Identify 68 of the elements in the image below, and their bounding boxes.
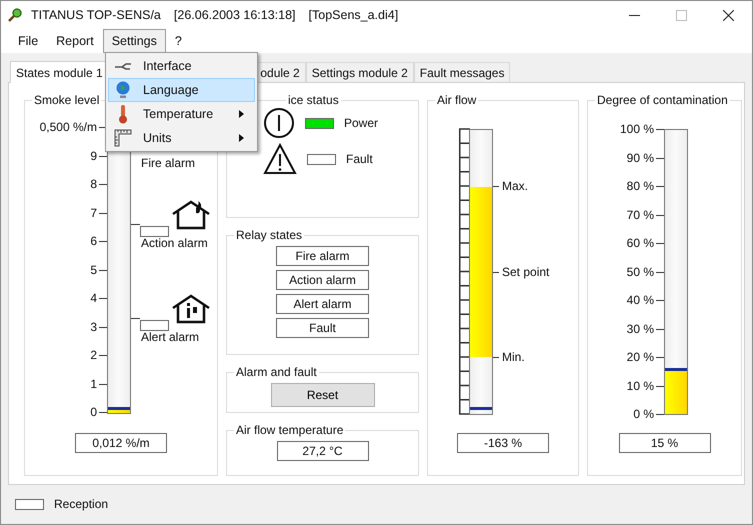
scale-label: 100 %	[618, 122, 654, 136]
group-title: Degree of contamination	[596, 93, 729, 107]
ruler-icon	[113, 129, 133, 147]
relay-indicator: Alert alarm	[276, 294, 369, 314]
tab[interactable]: Fault messages	[414, 62, 510, 82]
group-title: Smoke level	[33, 93, 100, 107]
contamination-reading: 15 %	[618, 433, 710, 453]
scale-label: 70 %	[626, 208, 654, 222]
air-flow-marker-label: Min.	[502, 350, 525, 364]
group-title: Air flow	[436, 93, 478, 107]
window-timestamp: [26.06.2003 16:13:18]	[174, 8, 296, 22]
scale-label: 8	[89, 177, 97, 191]
scale-label: 5	[89, 262, 97, 276]
power-icon	[263, 107, 295, 139]
scale-label: 0,500 %/m	[38, 120, 97, 134]
close-icon[interactable]	[723, 10, 734, 20]
menu-item[interactable]: Language	[108, 78, 255, 102]
menu-item[interactable]: Temperature	[108, 102, 255, 126]
relay-indicator: Fault	[276, 318, 369, 338]
scale-label: 20 %	[626, 350, 654, 364]
menu-item[interactable]: ?	[166, 29, 191, 53]
scale-label: 0	[89, 405, 97, 419]
alarm-label: Alert alarm	[141, 330, 200, 344]
scale-label: 90 %	[626, 150, 654, 164]
group-title: Air flow temperature	[235, 423, 344, 437]
status-label: Power	[344, 116, 378, 130]
scale-label: 6	[89, 234, 97, 248]
group-title: Relay states	[235, 228, 304, 242]
relay-indicator: Fire alarm	[276, 246, 369, 266]
menu-item[interactable]: Settings	[102, 29, 166, 53]
plug-icon	[113, 61, 133, 71]
scale-label: 4	[89, 291, 97, 305]
alarm-label: Action alarm	[141, 236, 208, 250]
scale-label: 2	[89, 348, 97, 362]
status-label: Fault	[346, 152, 373, 166]
relay-indicator: Action alarm	[276, 270, 369, 290]
air-flow-marker-label: Max.	[502, 179, 528, 193]
warning-icon	[263, 143, 297, 175]
alarm-label: Fire alarm	[141, 156, 196, 170]
menu-item[interactable]: File	[9, 29, 48, 53]
tab[interactable]: Settings module 2	[306, 62, 414, 82]
scale-label: 30 %	[626, 322, 654, 336]
menu-item[interactable]: Interface	[108, 54, 255, 78]
scale-label: 9	[89, 148, 97, 162]
window-title: TITANUS TOP-SENS/a	[31, 8, 161, 22]
scale-label: 1	[89, 376, 97, 390]
magnifier-icon	[7, 7, 23, 23]
menu-item[interactable]: Report	[47, 29, 103, 53]
reset-button[interactable]: Reset	[270, 383, 374, 407]
scale-label: 10 %	[626, 378, 654, 392]
group-title: ice status	[287, 93, 340, 107]
scale-label: 7	[89, 206, 97, 220]
scale-label: 0 %	[632, 407, 654, 421]
window-filename: [TopSens_a.di4]	[308, 8, 398, 22]
scale-label: 50 %	[626, 264, 654, 278]
scale-label: 60 %	[626, 236, 654, 250]
scale-label: 3	[89, 320, 97, 334]
air-flow-marker-label: Set point	[502, 264, 550, 278]
scale-label: 40 %	[626, 293, 654, 307]
menu-item[interactable]: Units	[108, 126, 255, 150]
group-title: Alarm and fault	[235, 365, 318, 379]
reception-label: Reception	[54, 497, 108, 511]
smoke-level-reading: 0,012 %/m	[75, 433, 167, 453]
temperature-reading: 27,2 °C	[276, 441, 368, 461]
house-info-icon	[171, 294, 211, 324]
scale-label: 80 %	[626, 179, 654, 193]
house-fire-icon	[171, 200, 211, 230]
air-flow-reading: -163 %	[457, 433, 549, 453]
